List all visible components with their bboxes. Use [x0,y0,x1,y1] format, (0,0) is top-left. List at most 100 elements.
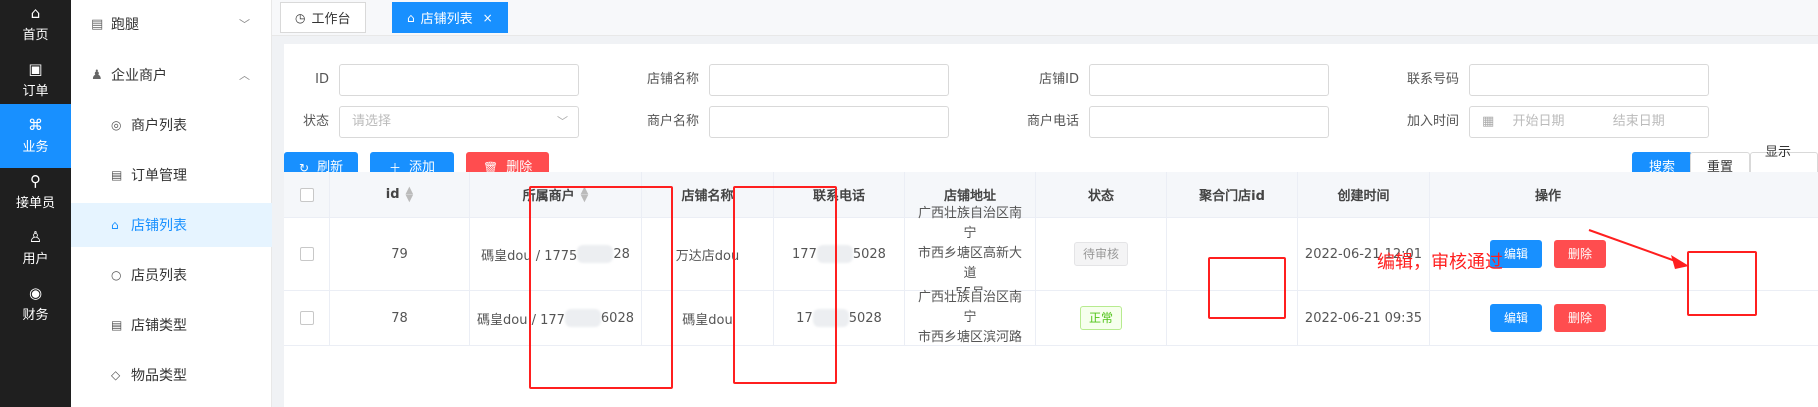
table-header: id ▲ ▼ 所属商户 ▲ ▼ 店铺名称 联系电话 店铺地址 状态 聚合门店id 创… [284,172,1818,218]
phone-input[interactable] [1469,64,1709,96]
cell-phone: 17 5028 [774,291,905,345]
header-label: 聚合门店id [1199,189,1265,204]
header-label: 店铺地址 [943,189,996,204]
date-range-picker[interactable]: ▦ 开始日期 结束日期 [1469,106,1709,138]
table-row: 78 碼皇dou / 177 6028 碼皇dou 17 5028 广西壮族自治区南… [284,290,1818,346]
submenu-item-label: 商户列表 [131,118,187,134]
rail-item-rider[interactable]: ⚲ 接单员 [0,160,71,224]
order-icon: ▣ [28,60,43,78]
close-icon[interactable]: × [483,11,493,25]
checkbox[interactable] [299,311,314,325]
sort-icon[interactable]: ▲ ▼ [581,185,589,203]
cell-created: 2022-06-21 09:35 [1298,291,1430,345]
business-icon: ⌘ [28,116,43,134]
rail-label: 订单 [22,84,49,99]
row-select[interactable] [284,218,330,290]
home-icon: ⌂ [30,4,41,22]
submenu-item-label: 订单管理 [131,168,187,184]
submenu-item-label: 物品类型 [131,368,187,384]
cell-merchant: 碼皇dou / 1775 28 [470,218,642,290]
header-select-all[interactable] [284,172,330,217]
tab-bar: ◷ 工作台 ⌂ 店铺列表 × [272,0,1818,36]
header-label: 店铺名称 [681,189,734,204]
edit-button[interactable]: 编辑 [1489,304,1542,332]
submenu-group-enterprise[interactable]: ♟ 企业商户 ︿ [71,55,272,95]
people-icon: ♟ [91,67,103,83]
header-shop-name: 店铺名称 [642,172,774,217]
status-badge: 待审核 [1073,242,1128,266]
rail-item-user[interactable]: ♙ 用户 [0,216,71,280]
icon-rail: ⌂ 首页 ▣ 订单 ⌘ 业务 ⚲ 接单员 ♙ 用户 ◉ 财务 [0,0,71,407]
header-label: id [385,187,400,202]
row-select[interactable] [284,291,330,345]
annotation-arrow-icon [1588,229,1689,269]
submenu-item-label: 店员列表 [131,268,187,284]
cell-status: 正常 [1036,291,1167,345]
cell-address: 广西壮族自治区南宁 市西乡塘区高新大道 55号 [905,206,1036,301]
phone-text-tail: 5028 [848,310,882,326]
shop-name-input[interactable] [709,64,949,96]
checkbox[interactable] [299,187,314,202]
filter-label-merchant-phone: 商户电话 [1026,114,1079,129]
merchant-text-tail: 28 [613,246,630,262]
tab-workbench[interactable]: ◷ 工作台 [280,2,366,33]
shop-icon: ⌂ [407,10,415,25]
address-line: 广西壮族自治区南宁 [917,206,1022,241]
filter-label-status: 状态 [302,114,329,129]
tab-shop-list[interactable]: ⌂ 店铺列表 × [392,2,508,33]
header-agg-id: 聚合门店id [1167,172,1298,217]
finance-icon: ◉ [28,284,43,302]
merchant-text-tail: 6028 [600,310,634,326]
phone-text-tail: 5028 [852,246,886,262]
cell-address: 广西壮族自治区南宁 市西乡塘区滨河路 [905,290,1036,345]
phone-text: 17 [796,310,813,326]
submenu-item-order-manage[interactable]: ▤ 订单管理 [71,153,272,197]
shop-id-input[interactable] [1089,64,1329,96]
rail-item-order[interactable]: ▣ 订单 [0,48,71,112]
merchant-text: 碼皇dou / 1775 [481,248,578,264]
merchant-phone-input[interactable] [1089,106,1329,138]
submenu-item-shop-type[interactable]: ▤ 店铺类型 [71,303,272,347]
rail-label: 接单员 [15,196,55,211]
header-id[interactable]: id ▲ ▼ [330,172,470,217]
sort-icon[interactable]: ▲ ▼ [406,185,414,203]
header-created: 创建时间 [1298,172,1430,217]
header-label: 所属商户 [522,189,575,204]
rail-item-business[interactable]: ⌘ 业务 [0,104,71,168]
tab-label: 工作台 [311,12,351,27]
filter-label-shop-name: 店铺名称 [646,72,699,87]
status-badge: 正常 [1079,306,1122,330]
checkbox[interactable] [299,247,314,261]
merchant-name-input[interactable] [709,106,949,138]
header-label: 状态 [1087,189,1114,204]
cell-agg-id [1167,218,1298,290]
id-input[interactable] [339,64,579,96]
rail-label: 业务 [22,140,49,155]
filter-label-join-time: 加入时间 [1406,114,1459,129]
shop-icon: ⌂ [111,218,119,232]
annotation-note: 编辑，审核通过 [1377,252,1503,273]
submenu-item-staff-list[interactable]: ○ 店员列表 [71,253,272,297]
cell-id: 78 [330,291,470,345]
submenu-item-shop-list[interactable]: ⌂ 店铺列表 [71,203,272,247]
tab-label: 店铺列表 [420,12,473,27]
header-merchant[interactable]: 所属商户 ▲ ▼ [470,172,642,217]
calendar-icon: ▦ [1482,114,1495,129]
submenu-item-merchant-list[interactable]: ◎ 商户列表 [71,103,272,147]
submenu-group-label: 跑腿 [111,17,139,33]
redacted-blur [564,309,601,327]
submenu-group-errand[interactable]: ▤ 跑腿 ﹀ [71,4,272,44]
delete-row-button[interactable]: 删除 [1554,304,1607,332]
rail-item-finance[interactable]: ◉ 财务 [0,272,71,336]
address-line: 市西乡塘区滨河路 [917,330,1022,345]
header-label: 联系电话 [812,189,865,204]
submenu-item-label: 店铺类型 [131,318,187,334]
status-placeholder: 请选择 [352,114,392,129]
rail-label: 首页 [22,28,49,43]
filter-label-phone: 联系号码 [1406,72,1459,87]
submenu-item-goods-type[interactable]: ◇ 物品类型 [71,353,272,397]
status-select[interactable]: 请选择 ﹀ [339,106,579,138]
bulb-icon: ○ [111,268,122,282]
header-label: 创建时间 [1337,189,1390,204]
cell-shop-name: 碼皇dou [642,291,774,345]
